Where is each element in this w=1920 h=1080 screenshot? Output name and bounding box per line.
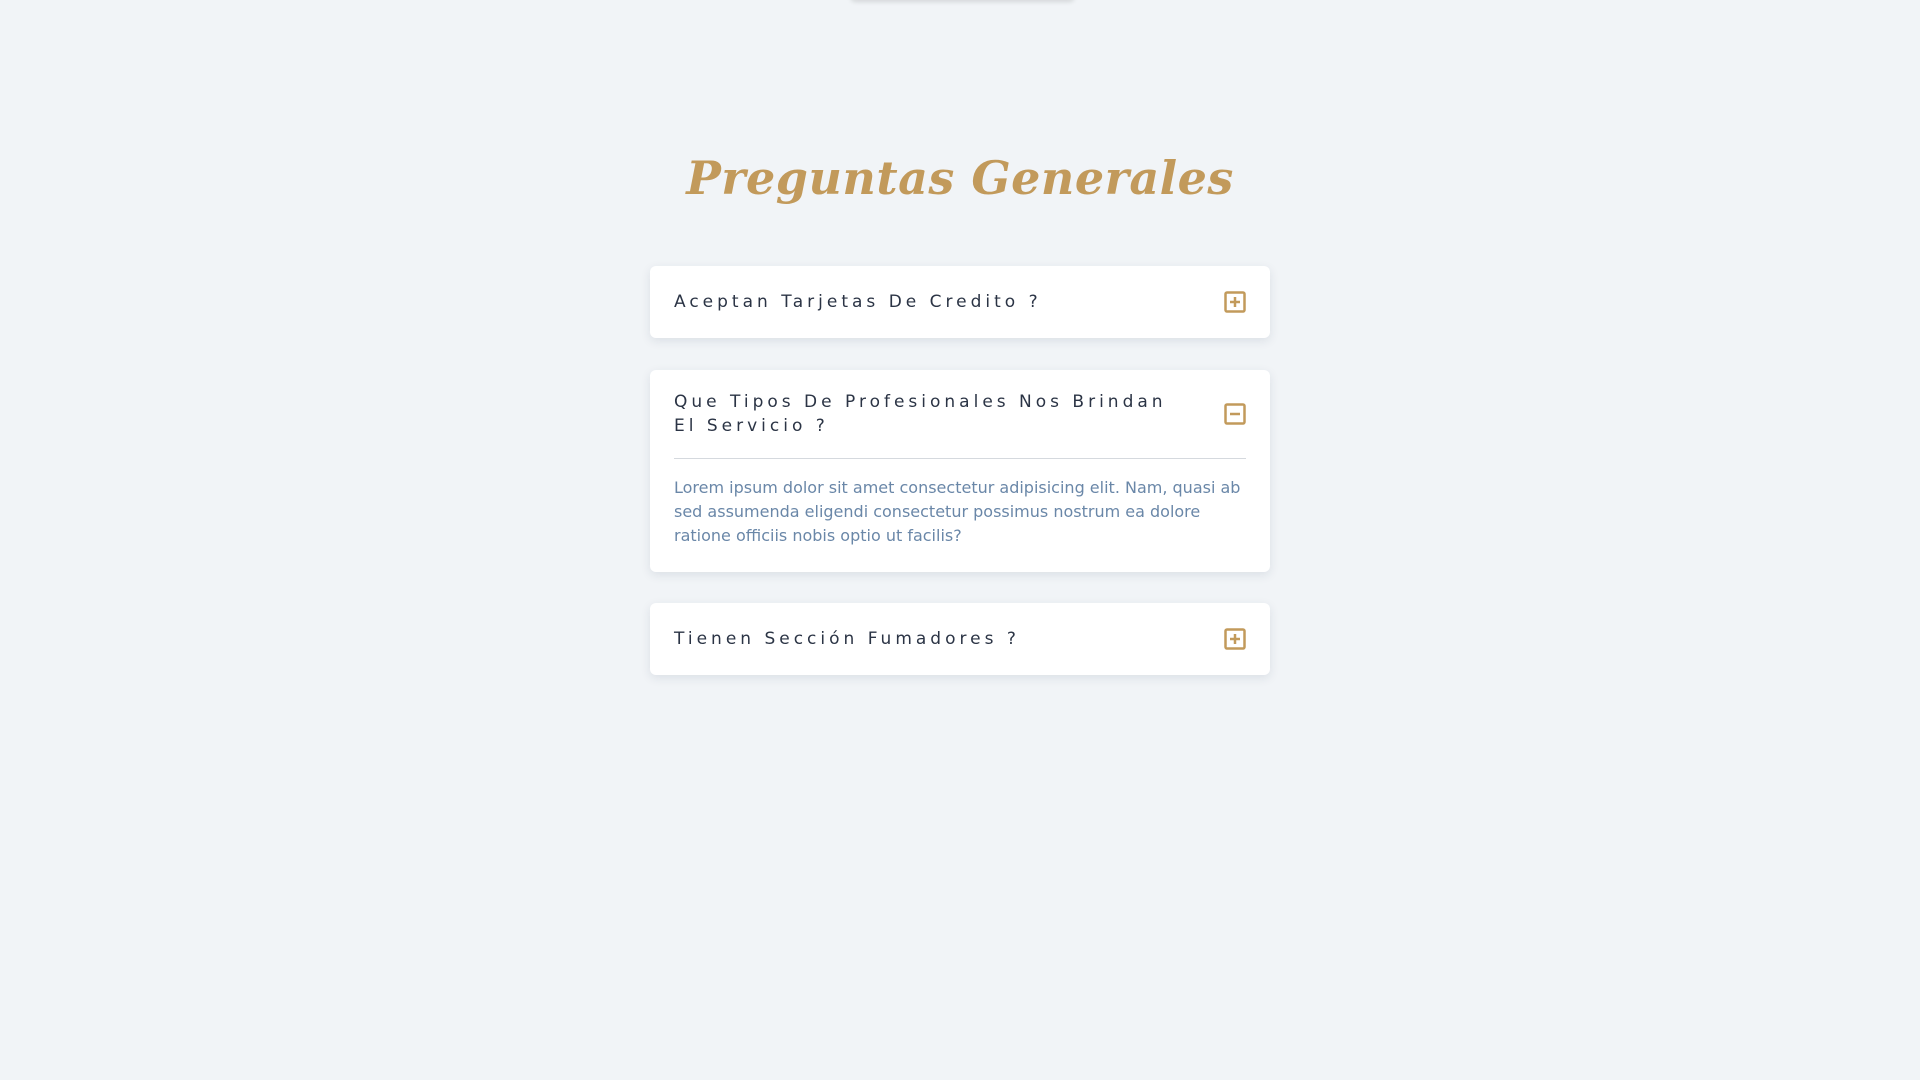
faq-header[interactable]: Que Tipos De Profesionales Nos Brindan E…	[674, 370, 1246, 458]
plus-square-icon[interactable]	[1224, 291, 1246, 313]
faq-question: Aceptan Tarjetas De Credito ?	[674, 292, 1042, 312]
faq-question: Que Tipos De Profesionales Nos Brindan E…	[674, 392, 1167, 436]
faq-item: Aceptan Tarjetas De Credito ?	[650, 266, 1270, 338]
minus-square-icon[interactable]	[1224, 403, 1246, 425]
plus-square-icon[interactable]	[1224, 628, 1246, 650]
faq-question: Tienen Sección Fumadores ?	[674, 629, 1020, 649]
section-title: Preguntas Generales	[686, 151, 1234, 205]
faq-item-expanded: Que Tipos De Profesionales Nos Brindan E…	[650, 370, 1270, 572]
faq-header[interactable]: Tienen Sección Fumadores ?	[674, 603, 1246, 675]
faq-item: Tienen Sección Fumadores ?	[650, 603, 1270, 675]
faq-header[interactable]: Aceptan Tarjetas De Credito ?	[674, 266, 1246, 338]
faq-answer: Lorem ipsum dolor sit amet consectetur a…	[674, 478, 1241, 545]
